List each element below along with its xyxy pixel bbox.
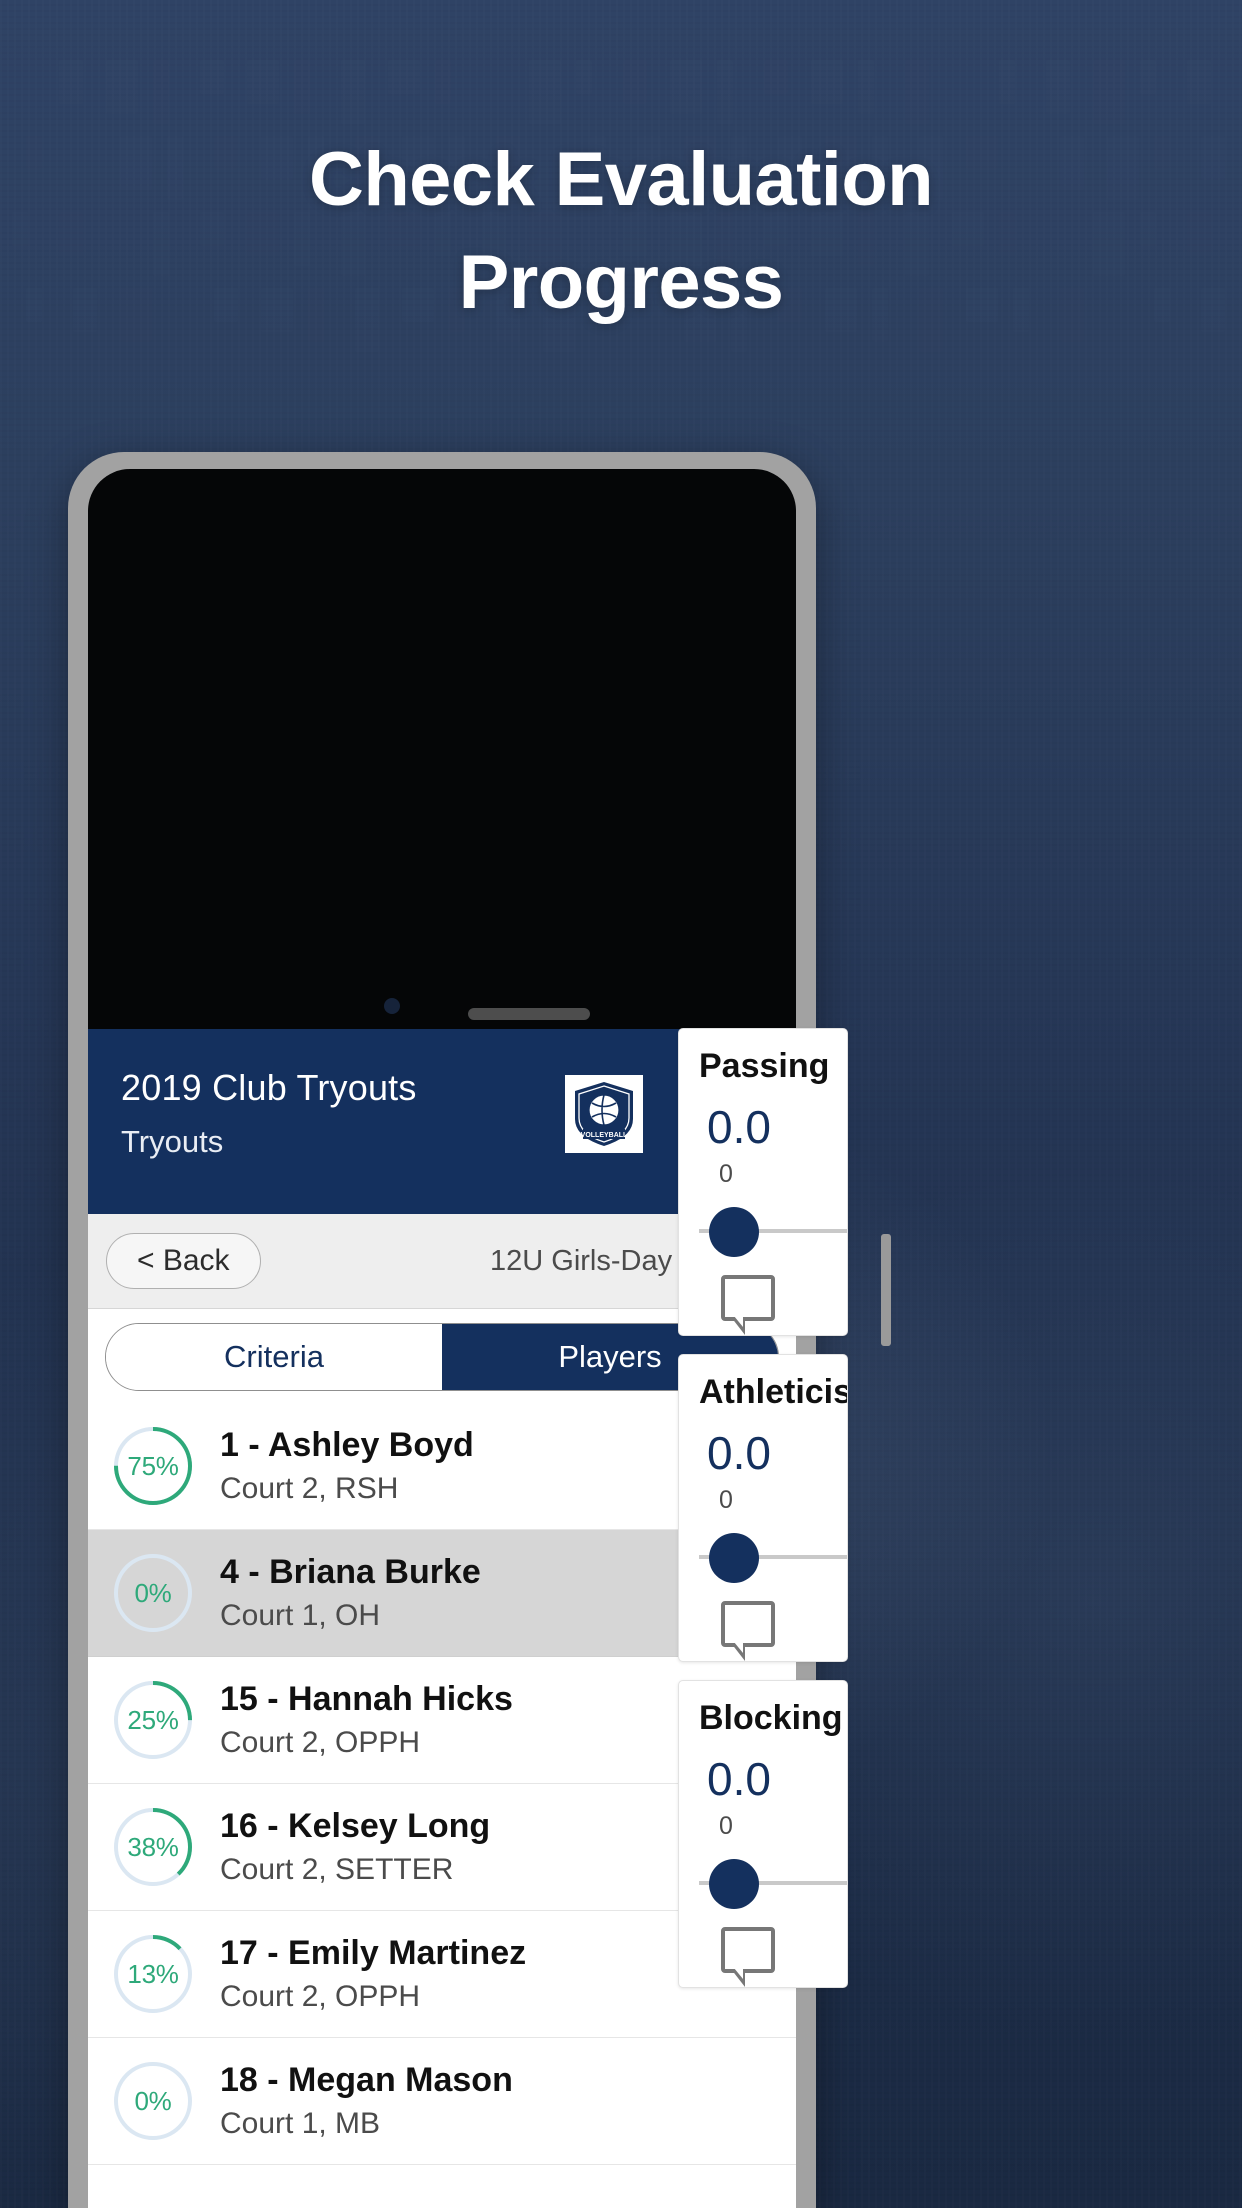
criteria-title: Blocking: [699, 1699, 843, 1737]
criteria-score: 0.0: [707, 1753, 771, 1805]
headline-line-2: Progress: [458, 240, 784, 326]
criteria-slider[interactable]: [679, 1847, 847, 1917]
player-name: 15 - Hannah Hicks: [220, 1679, 513, 1718]
player-detail: Court 1, MB: [220, 2107, 381, 2141]
criteria-count: 0: [719, 1486, 733, 1514]
progress-ring: 25%: [112, 1679, 194, 1761]
player-detail: Court 2, OPPH: [220, 1980, 421, 2014]
progress-ring: 75%: [112, 1425, 194, 1507]
comment-bubble-icon[interactable]: [721, 1601, 775, 1661]
player-name: 1 - Ashley Boyd: [220, 1425, 474, 1464]
player-name: 17 - Emily Martinez: [220, 1933, 527, 1972]
progress-percent: 25%: [127, 1704, 179, 1735]
criteria-card-column: Passing 0.0 0 Athleticism 0.0 0 Blocking 0.0 0: [678, 1028, 848, 2006]
progress-ring: 13%: [112, 1933, 194, 2015]
criteria-slider[interactable]: [679, 1195, 847, 1265]
player-name: 18 - Megan Mason: [220, 2060, 513, 2099]
back-button[interactable]: < Back: [106, 1233, 261, 1289]
player-detail: Court 1, OH: [220, 1599, 381, 1633]
headline-line-1: Check Evaluation: [309, 137, 934, 222]
progress-ring: 0%: [112, 1552, 194, 1634]
progress-percent: 75%: [127, 1450, 179, 1481]
criteria-title: Passing: [699, 1047, 830, 1085]
player-meta: 16 - Kelsey Long Court 2, SETTER: [220, 1807, 490, 1887]
criteria-score: 0.0: [707, 1427, 771, 1479]
player-detail: Court 2, RSH: [220, 1472, 399, 1506]
svg-text:VOLLEYBALL: VOLLEYBALL: [581, 1132, 628, 1139]
criteria-slider[interactable]: [679, 1521, 847, 1591]
progress-percent: 0%: [134, 1577, 172, 1608]
table-row[interactable]: 0% 18 - Megan Mason Court 1, MB: [88, 2038, 796, 2165]
player-meta: 17 - Emily Martinez Court 2, OPPH: [220, 1934, 526, 2014]
volleyball-crest-icon: VOLLEYBALL: [575, 1082, 633, 1146]
criteria-title: Athleticism: [699, 1373, 847, 1411]
slider-knob[interactable]: [709, 1533, 759, 1583]
progress-percent: 0%: [134, 2085, 172, 2116]
progress-ring: 0%: [112, 2060, 194, 2142]
page-headline: Check Evaluation Progress: [0, 128, 1242, 335]
criteria-card[interactable]: Passing 0.0 0: [678, 1028, 848, 1336]
progress-percent: 38%: [127, 1831, 179, 1862]
player-meta: 1 - Ashley Boyd Court 2, RSH: [220, 1426, 474, 1506]
player-meta: 4 - Briana Burke Court 1, OH: [220, 1553, 481, 1633]
comment-bubble-icon[interactable]: [721, 1275, 775, 1335]
criteria-score: 0.0: [707, 1101, 771, 1153]
progress-ring: 38%: [112, 1806, 194, 1888]
earpiece-speaker: [468, 1008, 590, 1020]
front-camera-icon: [384, 998, 400, 1014]
criteria-count: 0: [719, 1160, 733, 1188]
player-meta: 18 - Megan Mason Court 1, MB: [220, 2061, 513, 2141]
slider-knob[interactable]: [709, 1207, 759, 1257]
player-detail: Court 2, OPPH: [220, 1726, 421, 1760]
slider-knob[interactable]: [709, 1859, 759, 1909]
club-logo: VOLLEYBALL: [565, 1075, 643, 1153]
progress-percent: 13%: [127, 1958, 179, 1989]
player-name: 4 - Briana Burke: [220, 1552, 481, 1591]
criteria-count: 0: [719, 1812, 733, 1840]
player-detail: Court 2, SETTER: [220, 1853, 454, 1887]
player-name: 16 - Kelsey Long: [220, 1806, 491, 1845]
criteria-card[interactable]: Athleticism 0.0 0: [678, 1354, 848, 1662]
phone-button-power: [881, 1234, 891, 1346]
criteria-card[interactable]: Blocking 0.0 0: [678, 1680, 848, 1988]
tab-criteria[interactable]: Criteria: [106, 1324, 442, 1390]
comment-bubble-icon[interactable]: [721, 1927, 775, 1987]
player-meta: 15 - Hannah Hicks Court 2, OPPH: [220, 1680, 513, 1760]
